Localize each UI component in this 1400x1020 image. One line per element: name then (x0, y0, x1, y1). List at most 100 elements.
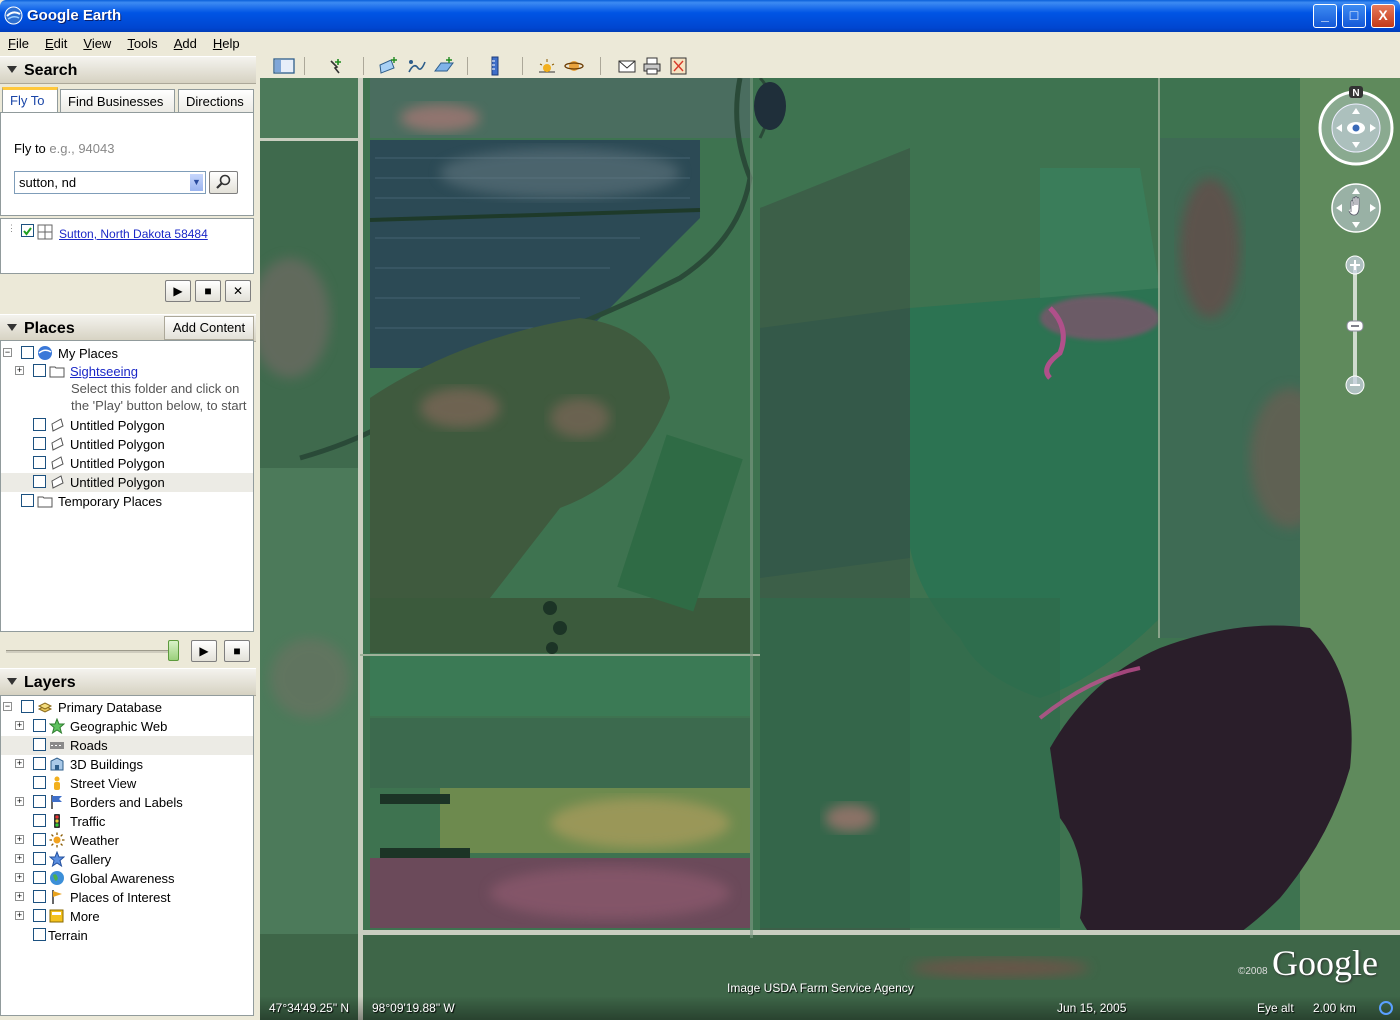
expand-toggle[interactable]: + (15, 759, 24, 768)
tree-row-polygon-selected[interactable]: Untitled Polygon (1, 473, 253, 492)
checkbox[interactable] (21, 700, 34, 713)
collapse-toggle[interactable]: − (3, 702, 12, 711)
tree-label-link[interactable]: Sightseeing (70, 364, 138, 379)
expand-toggle[interactable]: + (15, 911, 24, 920)
hand-pan-icon[interactable] (1330, 182, 1382, 234)
play-tour-button[interactable]: ▶ (191, 640, 217, 662)
checkbox[interactable] (33, 814, 46, 827)
menu-view[interactable]: View (75, 32, 119, 54)
play-button[interactable]: ▶ (165, 280, 191, 302)
menu-tools[interactable]: Tools (119, 32, 165, 54)
checkbox[interactable] (33, 776, 46, 789)
tab-find-businesses[interactable]: Find Businesses (60, 89, 175, 112)
tour-speed-slider-track[interactable] (6, 650, 176, 653)
layer-row-gallery[interactable]: + Gallery (1, 850, 253, 869)
compass-ring-icon[interactable]: N (1316, 86, 1396, 168)
tree-row-sightseeing[interactable]: + Sightseeing (1, 362, 253, 381)
map-view[interactable]: N ©2008 Google Image USDA Farm Service A… (260, 78, 1400, 1020)
menu-help[interactable]: Help (205, 32, 248, 54)
layer-row-street-view[interactable]: Street View (1, 774, 253, 793)
layer-row-places-of-interest[interactable]: + Places of Interest (1, 888, 253, 907)
expand-toggle[interactable]: + (15, 835, 24, 844)
search-panel-header[interactable]: Search (0, 56, 256, 84)
layers-panel-header[interactable]: Layers (0, 668, 256, 696)
checkbox[interactable] (33, 795, 46, 808)
satellite-imagery[interactable] (260, 78, 1400, 1020)
collapse-triangle-icon[interactable] (7, 678, 17, 685)
menu-file[interactable]: File (0, 32, 37, 54)
search-result-link[interactable]: Sutton, North Dakota 58484 (59, 227, 208, 241)
zoom-control[interactable] (1344, 254, 1366, 403)
expand-toggle[interactable]: + (15, 892, 24, 901)
layer-row-3d-buildings[interactable]: + 3D Buildings (1, 755, 253, 774)
checkbox[interactable] (33, 364, 46, 377)
checkbox[interactable] (33, 833, 46, 846)
layer-row-geographic-web[interactable]: + Geographic Web (1, 717, 253, 736)
checkbox[interactable] (33, 871, 46, 884)
sky-planet-icon[interactable] (563, 56, 585, 76)
google-maps-icon[interactable] (668, 56, 690, 76)
expand-toggle[interactable]: + (15, 797, 24, 806)
checkbox[interactable] (33, 418, 46, 431)
fly-to-input[interactable]: sutton, nd (14, 171, 206, 194)
maximize-button[interactable]: □ (1342, 4, 1366, 28)
minimize-button[interactable]: _ (1313, 4, 1337, 28)
checkbox[interactable] (33, 909, 46, 922)
places-panel-header[interactable]: Places Add Content (0, 314, 256, 342)
sunlight-icon[interactable] (536, 56, 558, 76)
result-checkbox[interactable] (21, 224, 34, 237)
tab-fly-to[interactable]: Fly To (2, 87, 58, 113)
email-icon[interactable] (616, 56, 638, 76)
expand-toggle[interactable]: + (15, 721, 24, 730)
collapse-toggle[interactable]: − (3, 348, 12, 357)
tree-row-temporary-places[interactable]: Temporary Places (1, 492, 253, 511)
checkbox[interactable] (33, 719, 46, 732)
tab-directions[interactable]: Directions (178, 89, 254, 112)
checkbox[interactable] (33, 757, 46, 770)
chevron-down-icon[interactable]: ▼ (189, 173, 204, 192)
layer-row-roads[interactable]: Roads (1, 736, 253, 755)
expand-toggle[interactable]: + (15, 366, 24, 375)
layer-row-weather[interactable]: + Weather (1, 831, 253, 850)
checkbox[interactable] (33, 738, 46, 751)
stop-button[interactable]: ■ (195, 280, 221, 302)
clear-button[interactable]: ✕ (225, 280, 251, 302)
path-add-icon[interactable] (406, 56, 428, 76)
placemark-add-icon[interactable] (325, 56, 347, 76)
layer-row-borders-labels[interactable]: + Borders and Labels (1, 793, 253, 812)
tree-row-my-places[interactable]: − My Places (1, 344, 253, 363)
move-control[interactable] (1330, 182, 1382, 237)
checkbox[interactable] (33, 890, 46, 903)
layer-row-primary-database[interactable]: − Primary Database (1, 698, 253, 717)
checkbox[interactable] (21, 346, 34, 359)
search-button[interactable] (209, 171, 238, 194)
layer-row-more[interactable]: + More (1, 907, 253, 926)
collapse-triangle-icon[interactable] (7, 324, 17, 331)
layer-row-traffic[interactable]: Traffic (1, 812, 253, 831)
add-content-button[interactable]: Add Content (164, 316, 254, 340)
polygon-add-icon[interactable] (378, 56, 400, 76)
tree-row-polygon[interactable]: Untitled Polygon (1, 454, 253, 473)
stop-tour-button[interactable]: ■ (224, 640, 250, 662)
tree-row-polygon[interactable]: Untitled Polygon (1, 435, 253, 454)
checkbox[interactable] (21, 494, 34, 507)
menu-add[interactable]: Add (166, 32, 205, 54)
expand-toggle[interactable]: + (15, 873, 24, 882)
tree-row-polygon[interactable]: Untitled Polygon (1, 416, 253, 435)
checkbox[interactable] (33, 437, 46, 450)
look-control[interactable]: N (1316, 86, 1396, 171)
tour-speed-slider-thumb[interactable] (168, 640, 179, 661)
close-button[interactable]: X (1371, 4, 1395, 28)
print-icon[interactable] (641, 56, 663, 76)
sidebar-toggle-icon[interactable] (273, 56, 295, 76)
checkbox[interactable] (33, 928, 46, 941)
image-overlay-add-icon[interactable] (433, 56, 455, 76)
checkbox[interactable] (33, 456, 46, 469)
zoom-slider-icon[interactable] (1344, 254, 1366, 400)
menu-edit[interactable]: Edit (37, 32, 75, 54)
expand-toggle[interactable]: + (15, 854, 24, 863)
layer-row-terrain[interactable]: Terrain (1, 926, 253, 945)
checkbox[interactable] (33, 475, 46, 488)
ruler-icon[interactable] (484, 56, 506, 76)
checkbox[interactable] (33, 852, 46, 865)
